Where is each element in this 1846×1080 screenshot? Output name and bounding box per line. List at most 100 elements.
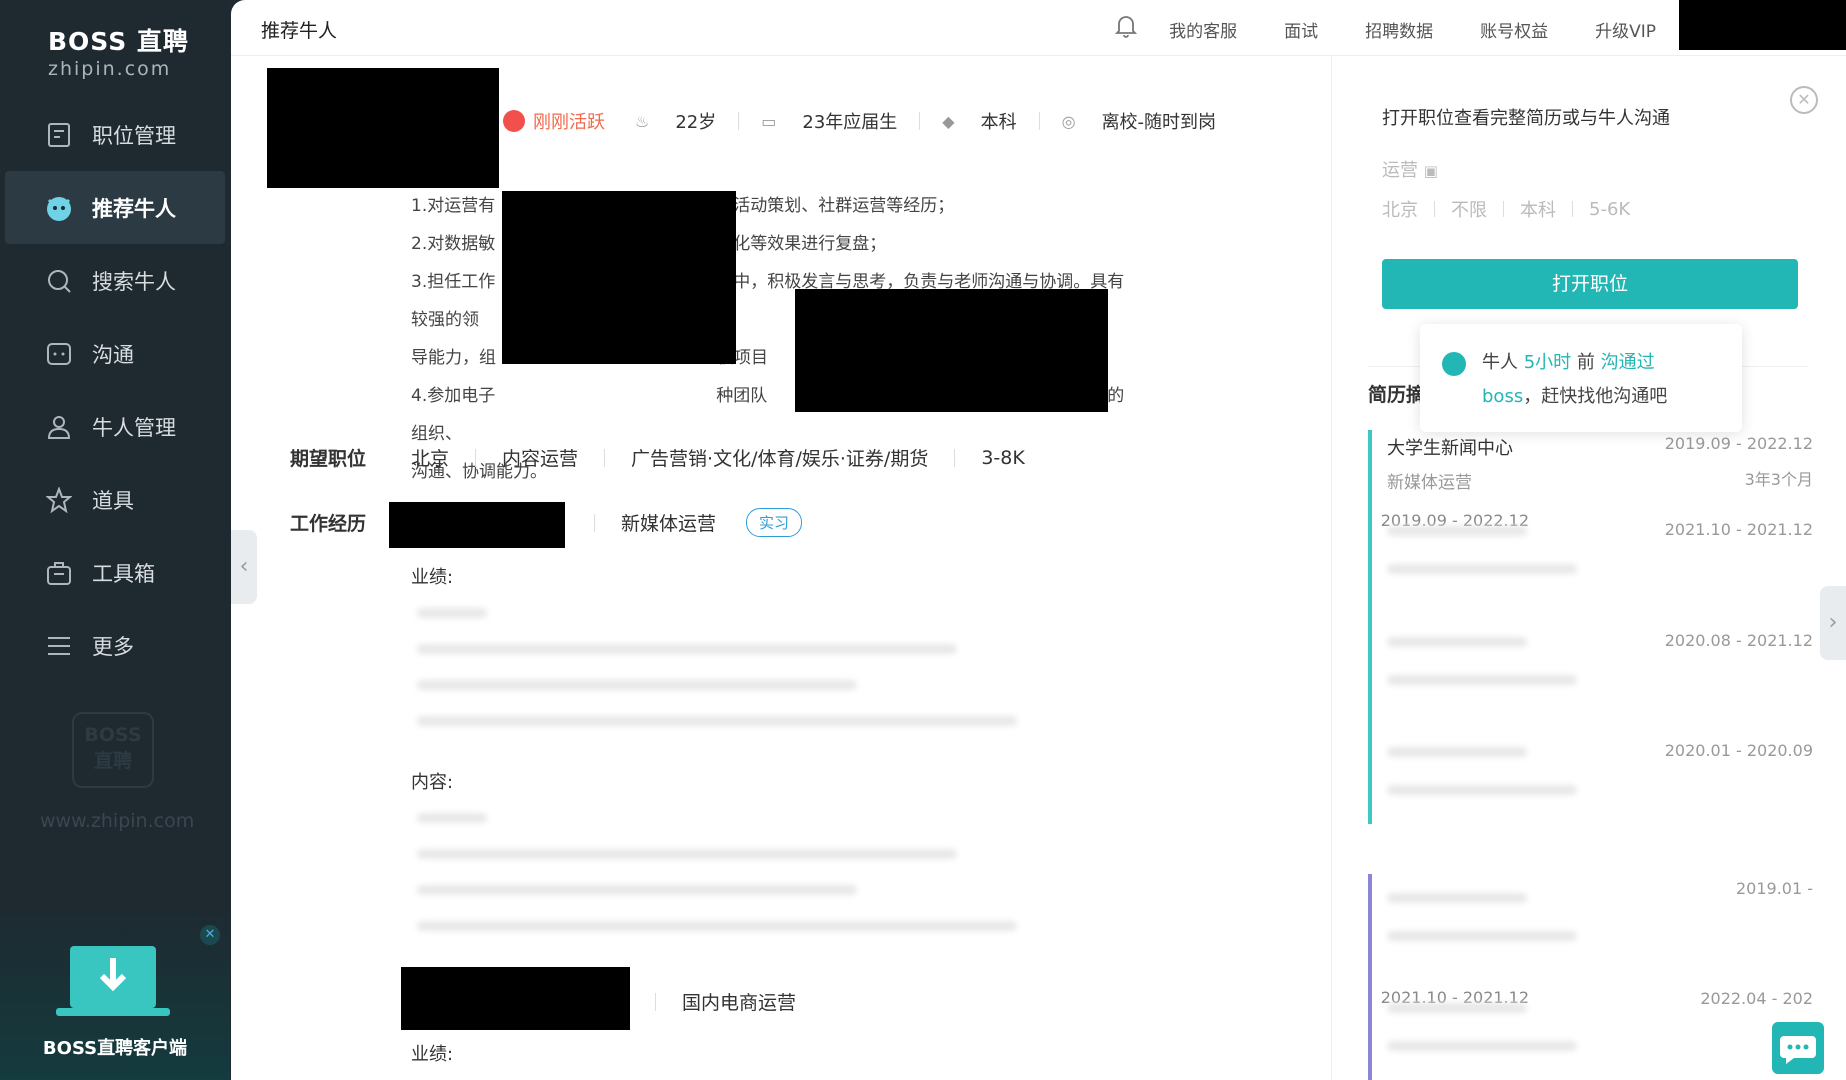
user-icon bbox=[44, 412, 74, 442]
redacted-avatar bbox=[267, 68, 499, 188]
tl-date: 2021.10 - 2021.12 bbox=[1664, 520, 1813, 539]
logo-brand: BOSS 直聘 bbox=[48, 27, 189, 56]
star-icon bbox=[44, 485, 74, 515]
client-label: BOSS直聘客户端 bbox=[42, 1038, 188, 1059]
blurred-text bbox=[417, 608, 487, 618]
expect-position: 内容运营 bbox=[502, 448, 579, 470]
active-status-text: 刚刚活跃 bbox=[533, 112, 605, 133]
chat-icon bbox=[1780, 1036, 1816, 1064]
timeline-item: 2019.01 - bbox=[1387, 879, 1813, 941]
availability: 离校-随时到岗 bbox=[1101, 112, 1217, 133]
open-job-button[interactable]: 打开职位 bbox=[1382, 259, 1798, 309]
graduation: 23年应届生 bbox=[802, 112, 898, 133]
meta-degree: 本科 bbox=[1520, 200, 1556, 221]
blurred-text bbox=[1387, 1041, 1577, 1051]
meta-city: 北京 bbox=[1382, 200, 1418, 221]
expect-label: 期望职位 bbox=[290, 448, 367, 470]
main-area: 推荐牛人 我的客服 面试 招聘数据 账号权益 升级VIP ‹ 刚刚活跃 ♨ 22… bbox=[231, 0, 1846, 1080]
blurred-text bbox=[417, 716, 1017, 726]
job-meta: 北京 不限 本科 5-6K bbox=[1382, 196, 1630, 222]
sidebar-item-label: 道具 bbox=[92, 488, 134, 513]
expect-industry: 广告营销·文化/体育/娱乐·证券/期货 bbox=[631, 448, 929, 470]
timeline-bar bbox=[1368, 874, 1372, 1080]
sidebar-item-search-talent[interactable]: 搜索牛人 bbox=[0, 244, 230, 317]
timeline-bar bbox=[1368, 430, 1372, 824]
expect-city: 北京 bbox=[411, 448, 450, 470]
close-icon[interactable]: ✕ bbox=[1790, 86, 1818, 114]
job-row: 国内电商运营 bbox=[655, 988, 797, 1015]
content-label: 内容: bbox=[411, 772, 454, 793]
timeline-item: 大学生新闻中心 新媒体运营 2019.09 - 2022.12 3年3个月 bbox=[1387, 434, 1813, 493]
watermark-logo: BOSS 直聘 bbox=[72, 712, 154, 788]
intern-badge: 实习 bbox=[746, 508, 803, 537]
blurred-text bbox=[1387, 564, 1577, 574]
timeline-item: 2022.04 - 202 bbox=[1387, 989, 1813, 1051]
collapse-right-button[interactable]: › bbox=[1820, 586, 1846, 660]
meta-experience: 不限 bbox=[1451, 200, 1487, 221]
briefcase-icon: ▭ bbox=[761, 111, 777, 131]
sidebar-item-chat[interactable]: 沟通 bbox=[0, 317, 230, 390]
job-title: 国内电商运营 bbox=[682, 992, 797, 1014]
sidebar-item-recommended-talent[interactable]: 推荐牛人 bbox=[5, 171, 225, 244]
document-icon bbox=[44, 120, 74, 150]
watermark-url: www.zhipin.com bbox=[40, 810, 195, 832]
sidebar-item-label: 沟通 bbox=[92, 342, 134, 367]
close-icon[interactable]: ✕ bbox=[200, 925, 220, 945]
tl-date: 2020.01 - 2020.09 bbox=[1664, 741, 1813, 760]
cake-icon: ♨ bbox=[635, 111, 650, 131]
link-interview[interactable]: 面试 bbox=[1284, 17, 1318, 42]
resume-summary-title: 简历摘 bbox=[1368, 384, 1426, 406]
blurred-text bbox=[417, 680, 857, 690]
sidebar-item-job-management[interactable]: 职位管理 bbox=[0, 98, 230, 171]
chat-fab-button[interactable] bbox=[1772, 1022, 1824, 1074]
perf-label: 业绩: bbox=[411, 1044, 454, 1065]
download-icon bbox=[70, 946, 156, 1008]
blurred-text bbox=[1387, 893, 1527, 903]
logo[interactable]: BOSS 直聘 zhipin.com bbox=[48, 22, 189, 80]
link-account-benefits[interactable]: 账号权益 bbox=[1480, 17, 1548, 42]
job-title: 新媒体运营 bbox=[621, 513, 717, 535]
link-upgrade-vip[interactable]: 升级VIP bbox=[1595, 17, 1656, 42]
job-name: 运营 ▣ bbox=[1382, 156, 1438, 182]
link-customer-service[interactable]: 我的客服 bbox=[1169, 17, 1237, 42]
sidebar-item-props[interactable]: 道具 bbox=[0, 463, 230, 536]
sidebar-item-label: 职位管理 bbox=[92, 123, 176, 148]
tooltip-boss: boss bbox=[1482, 386, 1524, 407]
age: 22岁 bbox=[675, 112, 717, 133]
perf-label: 业绩: bbox=[411, 567, 454, 588]
blurred-text bbox=[1387, 931, 1577, 941]
candidate-info-row: 刚刚活跃 ♨ 22岁 ▭ 23年应届生 ◆ 本科 ◎ 离校-随时到岗 bbox=[503, 108, 1216, 134]
sidebar-item-label: 搜索牛人 bbox=[92, 269, 176, 294]
sidebar-item-toolbox[interactable]: 工具箱 bbox=[0, 536, 230, 609]
redacted-company bbox=[389, 502, 565, 548]
client-download-card[interactable]: ✕ BOSS直聘客户端 bbox=[0, 900, 230, 1080]
blurred-text bbox=[417, 921, 1017, 931]
timeline-item: 2020.08 - 2021.12 bbox=[1387, 631, 1813, 685]
doc-icon: ▣ bbox=[1423, 162, 1438, 180]
toolbox-icon bbox=[44, 558, 74, 588]
mascot-icon bbox=[44, 193, 74, 223]
tooltip-text: ，赶快找他沟通吧 bbox=[1523, 386, 1668, 407]
tooltip-time: 5小时 bbox=[1523, 352, 1572, 373]
blurred-text bbox=[1387, 675, 1577, 685]
timeline-item: 2020.01 - 2020.09 bbox=[1387, 741, 1813, 795]
link-recruit-data[interactable]: 招聘数据 bbox=[1365, 17, 1433, 42]
degree: 本科 bbox=[980, 112, 1017, 133]
expect-salary: 3-8K bbox=[981, 446, 1025, 469]
tl-duration: 3年3个月 bbox=[1744, 470, 1813, 489]
sidebar-item-talent-management[interactable]: 牛人管理 bbox=[0, 390, 230, 463]
timeline-item: 2021.10 - 2021.12 bbox=[1387, 520, 1813, 574]
job-row: 新媒体运营 实习 bbox=[594, 508, 803, 537]
tl-date: 2020.08 - 2021.12 bbox=[1664, 631, 1813, 650]
sidebar-item-label: 工具箱 bbox=[92, 561, 155, 586]
topbar: 推荐牛人 我的客服 面试 招聘数据 账号权益 升级VIP bbox=[231, 0, 1846, 56]
panel-header: 打开职位查看完整简历或与牛人沟通 bbox=[1382, 108, 1670, 129]
blurred-text bbox=[1387, 747, 1527, 757]
sidebar-item-label: 更多 bbox=[92, 634, 134, 659]
redacted-company bbox=[401, 967, 630, 1030]
tooltip-text: 前 bbox=[1571, 352, 1601, 373]
search-icon bbox=[44, 266, 74, 296]
collapse-left-button[interactable]: ‹ bbox=[231, 530, 257, 604]
sidebar-item-more[interactable]: 更多 bbox=[0, 609, 230, 682]
topbar-links: 我的客服 面试 招聘数据 账号权益 升级VIP bbox=[1122, 17, 1656, 42]
